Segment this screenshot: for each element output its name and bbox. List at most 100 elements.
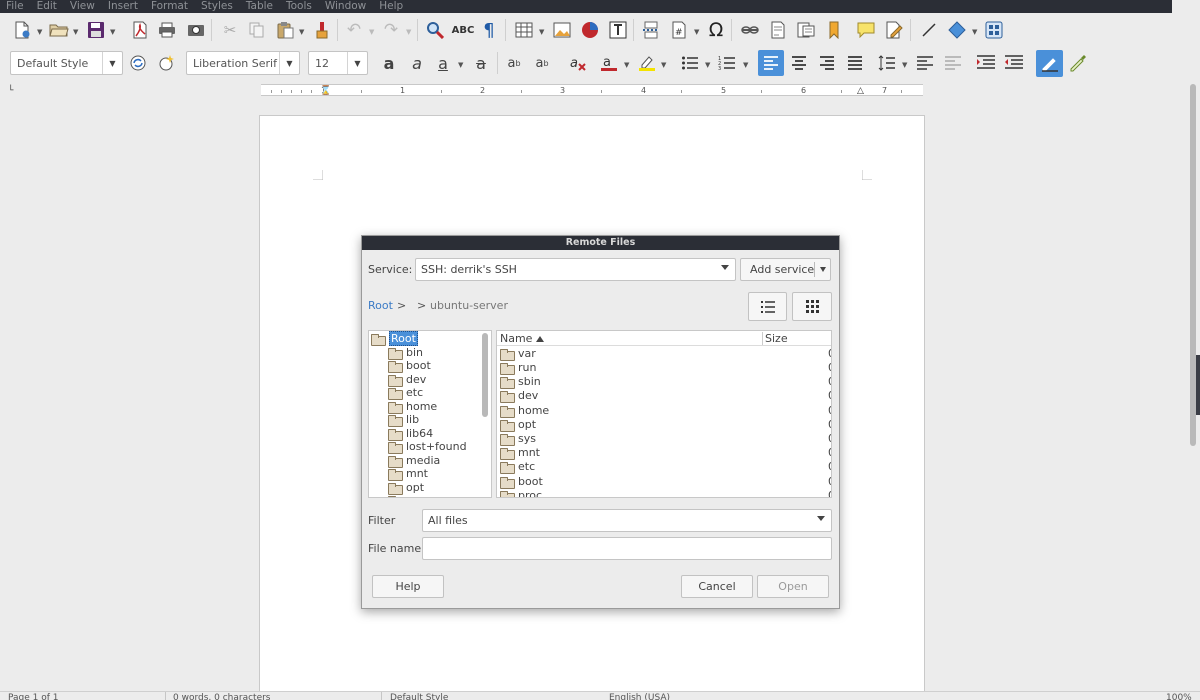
line-spacing-icon[interactable] [876, 52, 898, 74]
menu-edit[interactable]: Edit [37, 0, 57, 13]
update-style-icon[interactable] [127, 52, 149, 74]
open-dropdown-icon[interactable]: ▼ [73, 28, 78, 36]
folder-tree[interactable]: Root bin boot dev etc home lib lib64 los… [368, 330, 492, 498]
tree-item[interactable]: etc [388, 386, 423, 400]
insert-field-icon[interactable]: # [668, 19, 690, 41]
file-row[interactable]: home [500, 404, 549, 418]
file-row[interactable]: var [500, 347, 536, 361]
menu-tools[interactable]: Tools [286, 0, 312, 13]
chevron-down-icon[interactable] [820, 267, 826, 272]
tree-item[interactable]: mnt [388, 467, 428, 481]
bullet-dropdown-icon[interactable]: ▼ [705, 61, 710, 69]
insert-line-icon[interactable] [918, 19, 940, 41]
print-preview-icon[interactable] [185, 19, 207, 41]
cancel-button[interactable]: Cancel [681, 575, 753, 598]
tree-item-root[interactable]: Root [371, 331, 418, 346]
new-dropdown-icon[interactable]: ▼ [37, 28, 42, 36]
tree-item[interactable]: lost+found [388, 440, 467, 454]
menu-help[interactable]: Help [379, 0, 403, 13]
open-button[interactable]: Open [757, 575, 829, 598]
menu-view[interactable]: View [70, 0, 95, 13]
tree-scrollbar-thumb[interactable] [482, 333, 488, 417]
menu-format[interactable]: Format [151, 0, 188, 13]
new-document-icon[interactable] [11, 19, 33, 41]
breadcrumb-current[interactable]: ubuntu-server [430, 299, 508, 312]
list-view-button[interactable] [748, 292, 787, 321]
undo-dropdown-icon[interactable]: ▼ [369, 28, 374, 36]
insert-image-icon[interactable] [551, 19, 573, 41]
table-dropdown-icon[interactable]: ▼ [539, 28, 544, 36]
align-center-icon[interactable] [788, 52, 810, 74]
underline-dropdown-icon[interactable]: ▼ [458, 61, 463, 69]
increase-indent-icon[interactable] [975, 52, 997, 74]
font-color-icon[interactable]: a [598, 52, 620, 74]
menu-styles[interactable]: Styles [201, 0, 233, 13]
page-break-icon[interactable] [640, 19, 662, 41]
endnote-icon[interactable] [795, 19, 817, 41]
filename-input[interactable] [422, 537, 832, 560]
insert-textbox-icon[interactable] [607, 19, 629, 41]
insert-table-icon[interactable] [513, 19, 535, 41]
tree-item[interactable]: bin [388, 346, 423, 360]
tree-item[interactable]: proc [388, 494, 430, 497]
file-row[interactable]: run [500, 361, 536, 375]
file-row[interactable]: sys [500, 432, 536, 446]
underline-icon[interactable]: a [432, 52, 454, 74]
paste-icon[interactable] [274, 19, 296, 41]
file-row[interactable]: proc [500, 489, 542, 497]
save-icon[interactable] [85, 19, 107, 41]
bookmark-icon[interactable] [823, 19, 845, 41]
tree-item[interactable]: boot [388, 359, 431, 373]
print-icon[interactable] [156, 19, 178, 41]
line-spacing-dropdown-icon[interactable]: ▼ [902, 61, 907, 69]
tree-item[interactable]: opt [388, 481, 424, 495]
basic-shapes-icon[interactable] [946, 19, 968, 41]
tree-item[interactable]: media [388, 454, 440, 468]
decrease-indent-icon[interactable] [1003, 52, 1025, 74]
font-color-dropdown-icon[interactable]: ▼ [624, 61, 629, 69]
highlight-dropdown-icon[interactable]: ▼ [661, 61, 666, 69]
chevron-down-icon[interactable] [817, 516, 825, 521]
menu-table[interactable]: Table [246, 0, 273, 13]
page-count[interactable]: Page 1 of 1 [8, 692, 59, 700]
column-name[interactable]: Name [500, 332, 532, 345]
service-select[interactable]: SSH: derrik's SSH [415, 258, 736, 281]
clear-formatting-icon[interactable]: a [567, 52, 589, 74]
file-row[interactable]: dev [500, 389, 538, 403]
paste-dropdown-icon[interactable]: ▼ [299, 28, 304, 36]
chevron-down-icon[interactable] [721, 265, 729, 270]
redo-icon[interactable]: ↷ [380, 19, 402, 41]
redo-dropdown-icon[interactable]: ▼ [406, 28, 411, 36]
tree-item[interactable]: lib [388, 413, 419, 427]
font-name-combo[interactable]: Liberation Serif ▼ [186, 51, 300, 75]
align-left-icon[interactable] [758, 50, 784, 76]
page-style[interactable]: Default Style [390, 692, 448, 700]
numbered-list-icon[interactable]: 123 [716, 52, 738, 74]
new-style-icon[interactable] [155, 52, 177, 74]
undo-icon[interactable]: ↶ [343, 19, 365, 41]
italic-icon[interactable]: a [406, 52, 428, 74]
comment-icon[interactable] [855, 19, 877, 41]
insert-chart-icon[interactable] [579, 19, 601, 41]
strikethrough-icon[interactable]: a [470, 52, 492, 74]
hyperlink-icon[interactable] [739, 19, 761, 41]
field-dropdown-icon[interactable]: ▼ [694, 28, 699, 36]
menu-file[interactable]: File [6, 0, 24, 13]
footnote-icon[interactable] [767, 19, 789, 41]
column-size[interactable]: Size [765, 332, 788, 345]
breadcrumb-root[interactable]: Root [368, 299, 393, 312]
spelling-icon[interactable]: ABC [452, 19, 475, 41]
tree-item[interactable]: lib64 [388, 427, 433, 441]
horizontal-ruler[interactable]: 1 ⌛ 1 2 3 4 5 6 7 △ [261, 84, 923, 96]
justify-icon[interactable] [844, 52, 866, 74]
open-folder-icon[interactable] [48, 19, 70, 41]
character-dialog-icon[interactable] [1067, 52, 1089, 74]
word-count[interactable]: 0 words, 0 characters [173, 692, 271, 700]
menu-insert[interactable]: Insert [108, 0, 138, 13]
highlight-color-icon[interactable] [636, 52, 658, 74]
formatting-marks-icon[interactable]: ¶ [478, 19, 500, 41]
bullet-list-icon[interactable] [679, 52, 701, 74]
subscript-icon[interactable]: ab [531, 52, 553, 74]
shapes-dropdown-icon[interactable]: ▼ [972, 28, 977, 36]
superscript-icon[interactable]: ab [503, 52, 525, 74]
